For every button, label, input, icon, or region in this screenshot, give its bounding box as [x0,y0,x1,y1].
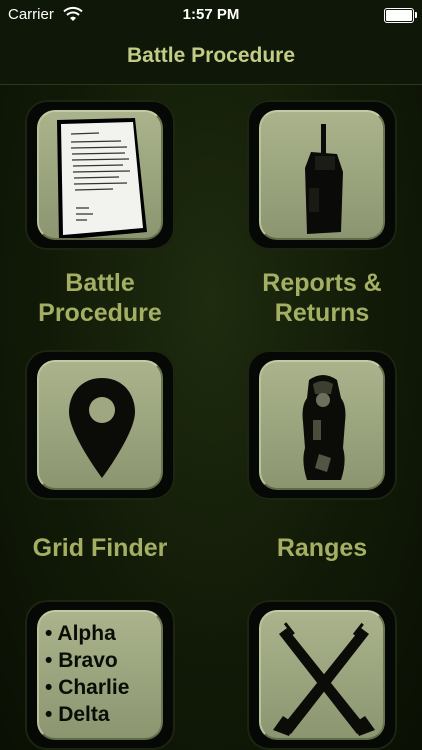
list-item: • Bravo [45,649,118,672]
weapons-button[interactable] [247,600,397,750]
document-icon [57,118,147,238]
grid-finder-label: Grid Finder [32,534,168,562]
battle-procedure-button[interactable] [25,100,175,250]
list-item: • Charlie [45,676,130,699]
status-time: 1:57 PM [182,6,240,23]
list-item: • Alpha [45,622,116,645]
grid-finder-button[interactable] [25,350,175,500]
status-bar: Carrier 1:57 PM [0,0,422,30]
crossed-rifles-icon [273,622,375,736]
soldier-target-icon [302,375,346,480]
map-pin-icon [69,378,135,478]
navigation-bar: Battle Procedure [0,30,422,85]
list-item: • Delta [45,703,110,726]
reports-returns-button[interactable] [247,100,397,250]
page-title: Battle Procedure [126,44,296,67]
phonetic-alphabet-button[interactable]: • Alpha • Bravo • Charlie • Delta [25,600,175,750]
battle-procedure-label: Battle Procedure [38,269,162,327]
reports-returns-label: Reports & Returns [262,269,382,327]
battery-icon [384,8,417,23]
ranges-button[interactable] [247,350,397,500]
phonetic-list-icon: • Alpha • Bravo • Charlie • Delta [37,610,163,740]
radio-icon [305,124,343,234]
ranges-label: Ranges [276,534,368,562]
